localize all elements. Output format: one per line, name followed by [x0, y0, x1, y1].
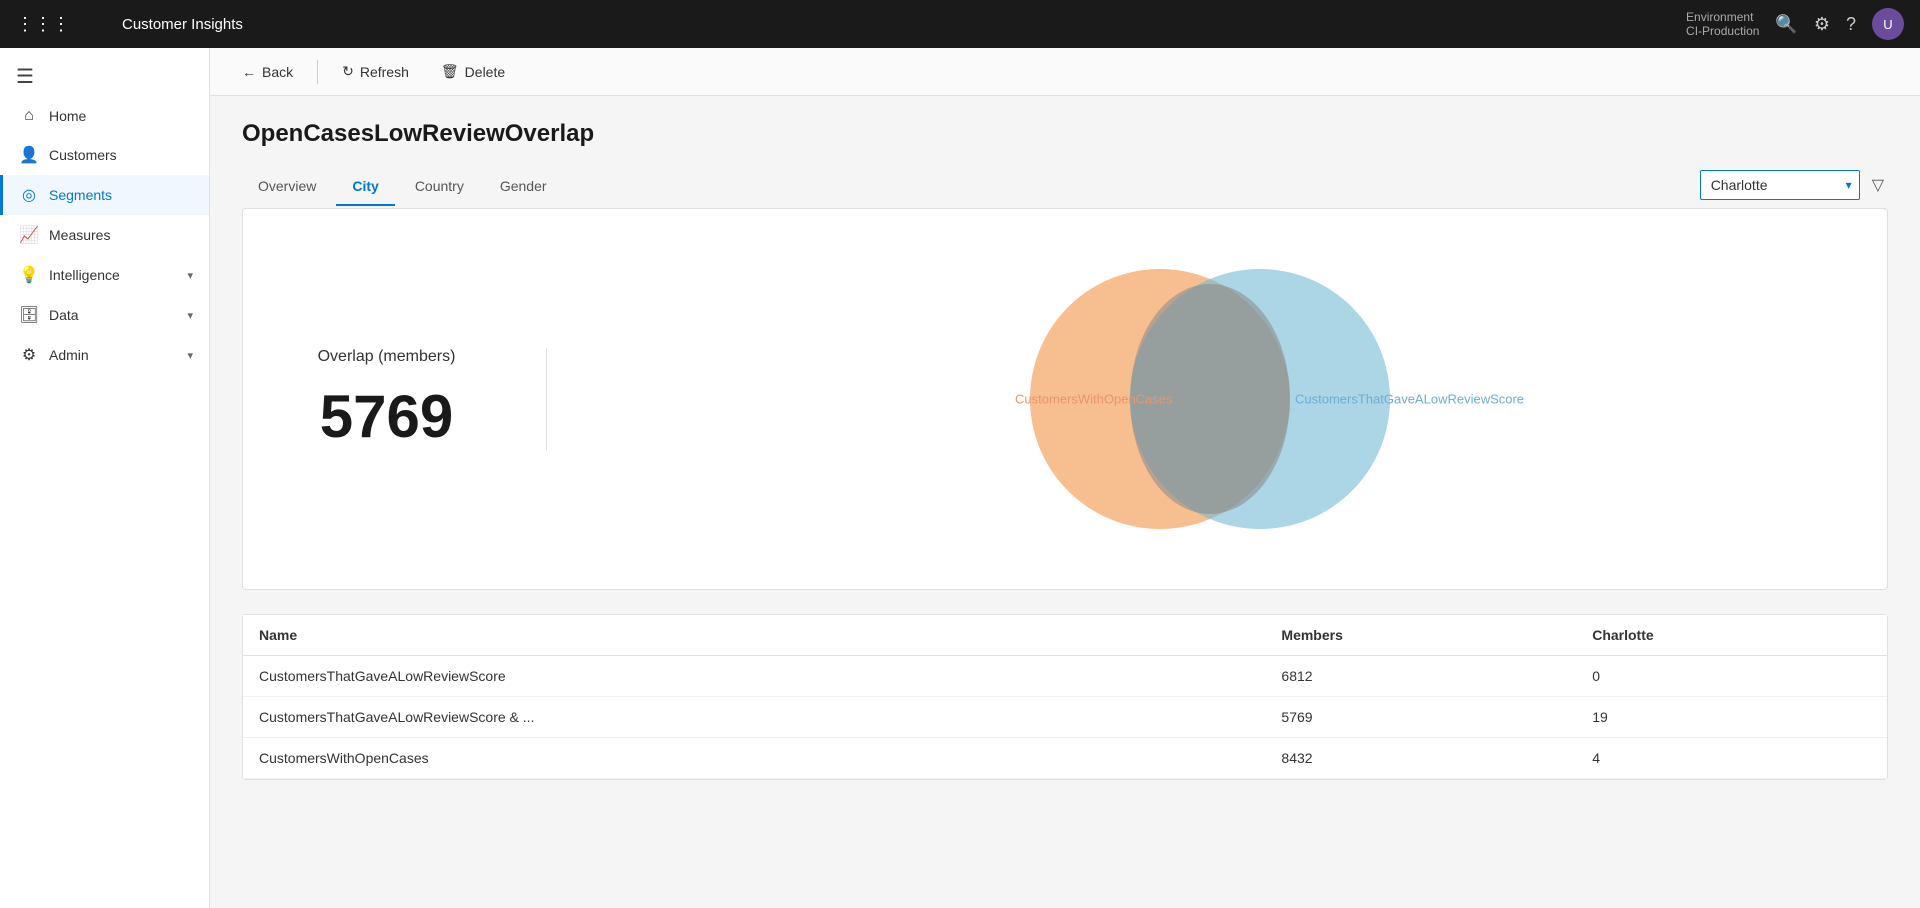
sidebar-label-segments: Segments [49, 187, 193, 203]
segments-table: Name Members Charlotte CustomersThatGave… [243, 615, 1887, 779]
filter-icon: ▽ [1872, 177, 1884, 194]
top-nav: ⋮⋮⋮ Customer Insights Environment CI-Pro… [0, 0, 1920, 48]
intelligence-icon: 💡 [19, 265, 39, 285]
sidebar-item-home[interactable]: ⌂ Home [0, 97, 209, 135]
city-filter-wrap: Charlotte New York Los Angeles Chicago H… [1700, 170, 1860, 200]
env-value: CI-Production [1686, 24, 1759, 38]
sidebar-label-home: Home [49, 108, 193, 124]
sidebar-label-admin: Admin [49, 347, 177, 363]
measures-icon: 📈 [19, 225, 39, 245]
sidebar-item-measures[interactable]: 📈 Measures [0, 215, 209, 255]
delete-icon: 🗑 [441, 63, 459, 80]
page-title: OpenCasesLowReviewOverlap [242, 120, 1888, 148]
cell-charlotte-1: 19 [1576, 697, 1887, 738]
customers-icon: 👤 [19, 145, 39, 165]
segments-icon: ◎ [19, 185, 39, 205]
venn-label-left: CustomersWithOpenCases [1015, 392, 1115, 407]
sidebar-label-intelligence: Intelligence [49, 267, 177, 283]
cell-charlotte-0: 0 [1576, 656, 1887, 697]
sidebar-item-intelligence[interactable]: 💡 Intelligence ▾ [0, 255, 209, 295]
back-icon: ← [242, 64, 256, 80]
city-filter-select[interactable]: Charlotte New York Los Angeles Chicago H… [1700, 170, 1860, 200]
col-header-charlotte: Charlotte [1576, 615, 1887, 656]
refresh-button[interactable]: ↻ Refresh [330, 57, 421, 86]
tab-city[interactable]: City [336, 168, 394, 206]
sidebar: ☰ ⌂ Home 👤 Customers ◎ Segments 📈 Measur… [0, 48, 210, 908]
app-title: Customer Insights [122, 16, 243, 33]
chart-left-panel: Overlap (members) 5769 [267, 348, 547, 451]
cell-members-1: 5769 [1265, 697, 1576, 738]
admin-chevron-icon: ▾ [187, 349, 193, 362]
sidebar-item-customers[interactable]: 👤 Customers [0, 135, 209, 175]
tabs-filter-container: Overview City Country Gender Ch [242, 168, 1888, 200]
col-header-members: Members [1265, 615, 1576, 656]
table-row: CustomersThatGaveALowReviewScore & ... 5… [243, 697, 1887, 738]
chart-right-panel: CustomersWithOpenCases CustomersThatGave… [547, 249, 1863, 549]
col-header-name: Name [243, 615, 1265, 656]
back-button[interactable]: ← Back [230, 58, 305, 86]
admin-icon: ⚙ [19, 345, 39, 365]
app-body: ☰ ⌂ Home 👤 Customers ◎ Segments 📈 Measur… [0, 48, 1920, 908]
sidebar-item-segments[interactable]: ◎ Segments [0, 175, 209, 215]
cell-name-1: CustomersThatGaveALowReviewScore & ... [243, 697, 1265, 738]
tab-country[interactable]: Country [399, 168, 480, 206]
cell-name-2: CustomersWithOpenCases [243, 738, 1265, 779]
waffle-menu-icon[interactable]: ⋮⋮⋮ [16, 14, 70, 35]
sidebar-label-measures: Measures [49, 227, 193, 243]
back-label: Back [262, 64, 293, 80]
user-avatar[interactable]: U [1872, 8, 1904, 40]
filter-button[interactable]: ▽ [1868, 171, 1888, 199]
table-header-row: Name Members Charlotte [243, 615, 1887, 656]
sidebar-label-data: Data [49, 307, 177, 323]
intelligence-chevron-icon: ▾ [187, 269, 193, 282]
microsoft-logo [82, 12, 106, 36]
table-body: CustomersThatGaveALowReviewScore 6812 0 … [243, 656, 1887, 779]
home-icon: ⌂ [19, 107, 39, 125]
sidebar-item-admin[interactable]: ⚙ Admin ▾ [0, 335, 209, 375]
delete-button[interactable]: 🗑 Delete [429, 57, 517, 86]
cell-members-0: 6812 [1265, 656, 1576, 697]
refresh-label: Refresh [360, 64, 409, 80]
cell-charlotte-2: 4 [1576, 738, 1887, 779]
tab-gender[interactable]: Gender [484, 168, 563, 206]
chart-card: Overlap (members) 5769 CustomersW [242, 208, 1888, 590]
toolbar-divider [317, 60, 318, 84]
cell-members-2: 8432 [1265, 738, 1576, 779]
top-nav-right: Environment CI-Production 🔍 ⚙ ? U [1686, 8, 1904, 40]
environment-display: Environment CI-Production [1686, 10, 1759, 38]
table-row: CustomersThatGaveALowReviewScore 6812 0 [243, 656, 1887, 697]
toolbar: ← Back ↻ Refresh 🗑 Delete [210, 48, 1920, 96]
refresh-icon: ↻ [342, 63, 354, 80]
settings-icon[interactable]: ⚙ [1814, 14, 1830, 35]
env-label: Environment [1686, 10, 1759, 24]
overlap-label: Overlap (members) [267, 348, 506, 366]
data-chevron-icon: ▾ [187, 309, 193, 322]
help-icon[interactable]: ? [1846, 14, 1856, 35]
table-container: Name Members Charlotte CustomersThatGave… [242, 614, 1888, 780]
venn-label-right: CustomersThatGaveALowReviewScore [1295, 392, 1425, 407]
sidebar-toggle[interactable]: ☰ [0, 56, 209, 97]
table-row: CustomersWithOpenCases 8432 4 [243, 738, 1887, 779]
sidebar-item-data[interactable]: 🗄 Data ▾ [0, 295, 209, 335]
search-icon[interactable]: 🔍 [1775, 14, 1797, 35]
cell-name-0: CustomersThatGaveALowReviewScore [243, 656, 1265, 697]
delete-label: Delete [465, 64, 505, 80]
table-header: Name Members Charlotte [243, 615, 1887, 656]
tab-overview[interactable]: Overview [242, 168, 332, 206]
page-body: OpenCasesLowReviewOverlap Overview City … [210, 96, 1920, 908]
main-content: ← Back ↻ Refresh 🗑 Delete OpenCasesLowRe… [210, 48, 1920, 908]
sidebar-label-customers: Customers [49, 147, 193, 163]
venn-diagram: CustomersWithOpenCases CustomersThatGave… [955, 249, 1455, 549]
data-icon: 🗄 [19, 305, 39, 325]
overlap-value: 5769 [267, 382, 506, 451]
